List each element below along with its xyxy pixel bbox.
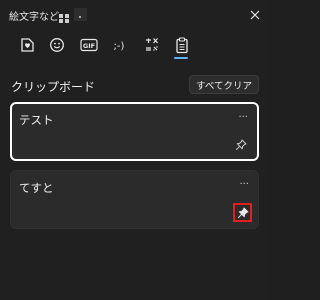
- tab-emoji[interactable]: [46, 36, 68, 54]
- emoji-clipboard-panel: 絵文字など GIF ;-) クリップボード すべてクリア テスト ··· てすと…: [0, 0, 270, 300]
- clear-all-button[interactable]: すべてクリア: [189, 75, 259, 94]
- window-title: 絵文字など: [9, 12, 59, 23]
- smiley-icon: [50, 38, 64, 52]
- tab-kaomoji[interactable]: ;-): [108, 36, 130, 54]
- more-options-button[interactable]: ···: [238, 112, 248, 123]
- close-icon: [250, 10, 260, 20]
- clipboard-item[interactable]: テスト ···: [10, 102, 259, 161]
- tab-clipboard[interactable]: [171, 36, 193, 54]
- kaomoji-icon: ;-): [114, 41, 125, 52]
- tab-kaomoji-heart[interactable]: [16, 36, 38, 54]
- clipboard-item-text: てすと: [19, 181, 54, 195]
- clipboard-item[interactable]: てすと ···: [10, 170, 259, 229]
- close-button[interactable]: [248, 7, 262, 21]
- ime-icon[interactable]: [74, 8, 87, 21]
- symbols-icon: [146, 38, 158, 51]
- tab-gif[interactable]: GIF: [78, 36, 100, 54]
- heart-sticker-icon: [21, 38, 34, 52]
- svg-text:;-): ;-): [114, 41, 125, 52]
- pin-button[interactable]: [234, 138, 248, 152]
- clipboard-icon: [176, 36, 188, 53]
- more-options-button[interactable]: ···: [239, 179, 249, 190]
- gif-icon: GIF: [80, 38, 98, 52]
- pin-button[interactable]: [233, 203, 252, 222]
- title-bar: 絵文字など: [0, 0, 270, 30]
- clipboard-item-text: テスト: [19, 113, 54, 127]
- pinned-icon: [237, 207, 248, 218]
- pin-icon: [235, 139, 247, 151]
- section-title: クリップボード: [11, 80, 96, 94]
- selected-tab-indicator: [174, 57, 188, 59]
- tab-symbols[interactable]: [141, 36, 163, 54]
- svg-text:GIF: GIF: [83, 42, 95, 50]
- grid-icon[interactable]: [58, 9, 70, 23]
